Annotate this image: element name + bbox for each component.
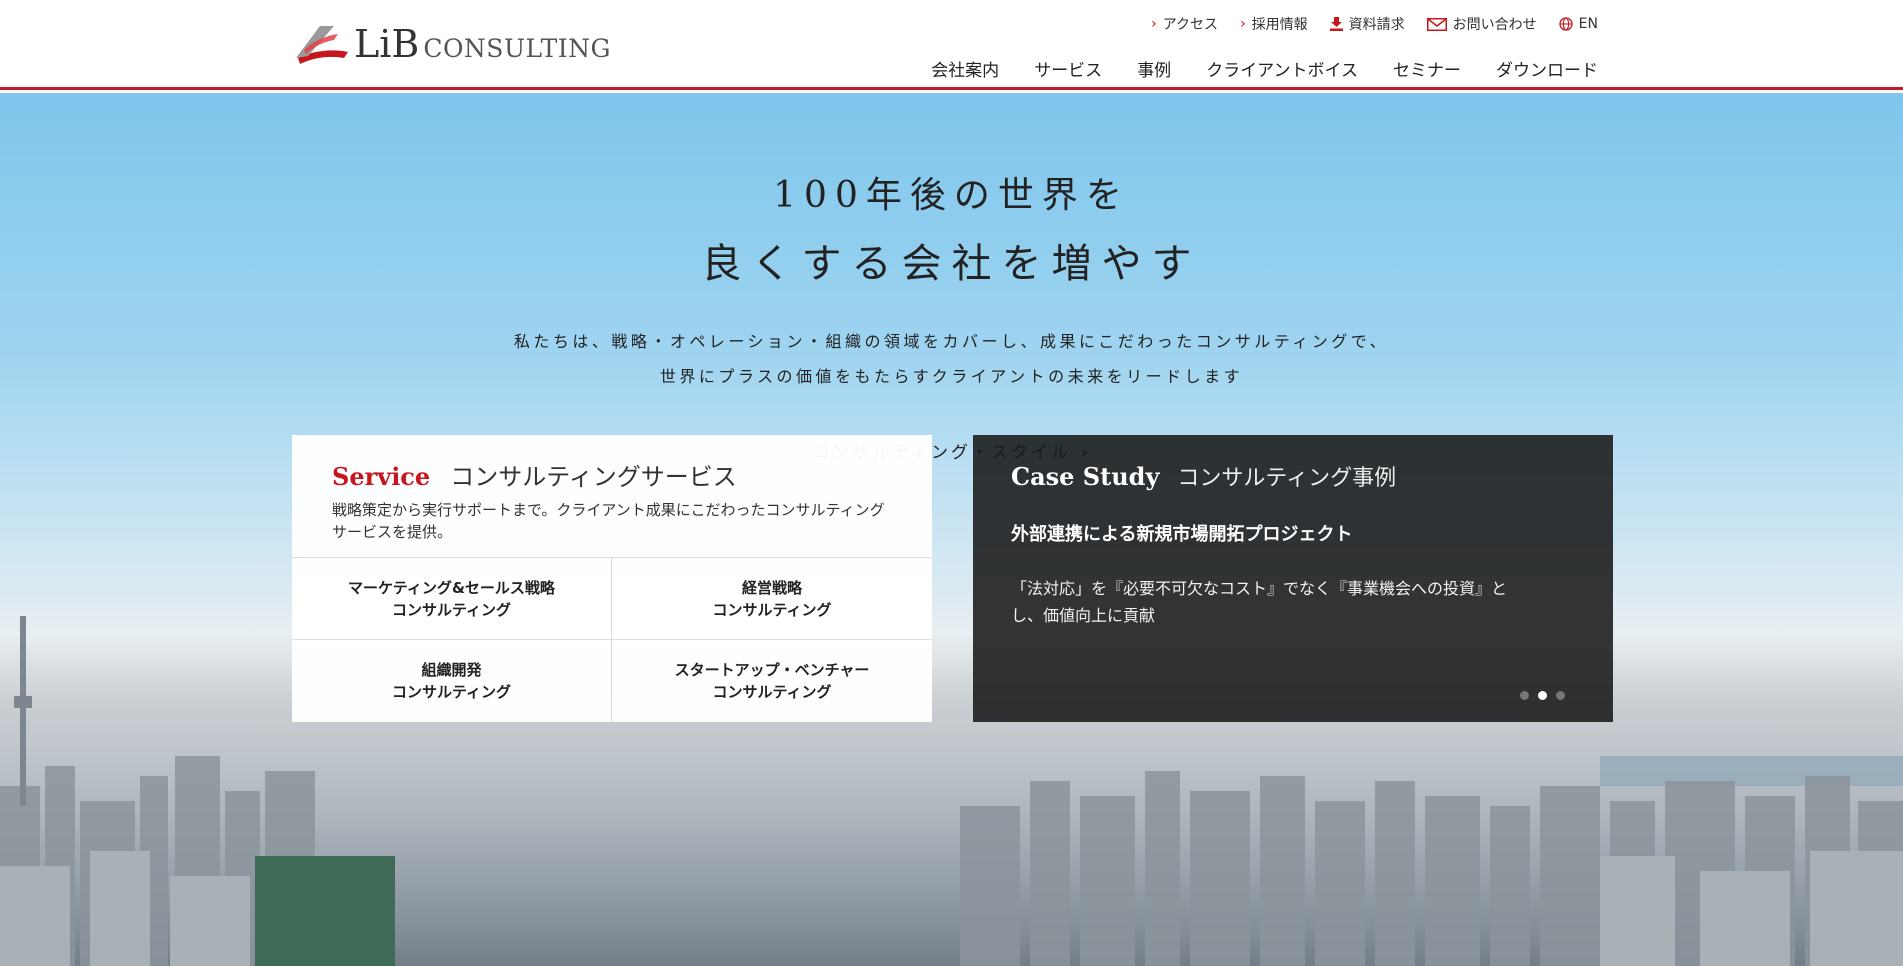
service-item-line2: コンサルティング bbox=[712, 600, 832, 619]
nav-services[interactable]: サービス bbox=[1034, 56, 1102, 81]
main-nav: 会社案内 サービス 事例 クライアントボイス セミナー ダウンロード bbox=[896, 56, 1598, 81]
util-contact[interactable]: お問い合わせ bbox=[1426, 14, 1537, 34]
service-title-jp: コンサルティングサービス bbox=[450, 463, 737, 491]
logo-brand: LiB bbox=[354, 22, 420, 66]
logo-suffix: CONSULTING bbox=[423, 34, 611, 63]
hero-title-line2: 良くする会社を増やす bbox=[701, 241, 1202, 287]
util-contact-label: お問い合わせ bbox=[1452, 17, 1537, 33]
case-study-heading: Case Study コンサルティング事例 bbox=[1011, 460, 1396, 492]
hero-subtitle-line1: 私たちは、戦略・オペレーション・組織の領域をカバーし、成果にこだわったコンサルテ… bbox=[513, 332, 1390, 351]
service-organization-development[interactable]: 組織開発コンサルティング bbox=[292, 640, 612, 722]
util-access-label: アクセス bbox=[1162, 17, 1219, 33]
case-study-title-jp: コンサルティング事例 bbox=[1177, 466, 1397, 491]
utility-nav: › アクセス › 採用情報 資料請求 お問い合わせ EN bbox=[1129, 14, 1598, 34]
service-description: 戦略策定から実行サポートまで。クライアント成果にこだわったコンサルティングサービ… bbox=[332, 501, 885, 541]
nav-client-voice[interactable]: クライアントボイス bbox=[1206, 56, 1358, 81]
service-heading: Service コンサルティングサービス bbox=[332, 457, 737, 492]
service-item-line1: 経営戦略 bbox=[741, 578, 802, 597]
consulting-style-link[interactable]: コンサルティング・スタイル› bbox=[0, 438, 1903, 463]
nav-cases[interactable]: 事例 bbox=[1137, 56, 1171, 81]
case-study-body-line1: 「法対応」を『必要不可欠なコスト』でなく『事業機会への投資』と bbox=[1011, 579, 1508, 598]
carousel-dot[interactable] bbox=[1520, 691, 1529, 700]
logo-text: LiB CONSULTING bbox=[354, 22, 611, 66]
carousel-dots bbox=[1520, 691, 1565, 700]
nav-company[interactable]: 会社案内 bbox=[931, 56, 999, 81]
carousel-dot-active[interactable] bbox=[1538, 691, 1547, 700]
site-header: LiBCONSULTING › アクセス › 採用情報 資料請求 お問い合わせ bbox=[0, 0, 1903, 90]
hero-subtitle-line2: 世界にプラスの価値をもたらすクライアントの未来をリードします bbox=[659, 367, 1244, 386]
util-language-en[interactable]: EN bbox=[1559, 14, 1598, 34]
hero-section: 100年後の世界を 良くする会社を増やす 私たちは、戦略・オペレーション・組織の… bbox=[0, 93, 1903, 966]
service-item-line2: コンサルティング bbox=[391, 683, 512, 701]
logo-mark-icon bbox=[296, 26, 348, 64]
service-grid: マーケティング&セールス戦略 コンサルティング 経営戦略 コンサルティング 組織開発… bbox=[292, 557, 932, 722]
service-management-strategy[interactable]: 経営戦略コンサルティング bbox=[612, 558, 932, 640]
chevron-right-icon: › bbox=[1240, 16, 1246, 32]
nav-download[interactable]: ダウンロード bbox=[1496, 56, 1598, 81]
logo[interactable]: LiB CONSULTING bbox=[290, 22, 611, 66]
service-title-en: Service bbox=[332, 462, 431, 491]
service-card: Service コンサルティングサービス 戦略策定から実行サポートまで。クライア… bbox=[292, 435, 932, 722]
util-language-label: EN bbox=[1578, 16, 1598, 32]
case-study-card[interactable]: Case Study コンサルティング事例 外部連携による新規市場開拓プロジェク… bbox=[973, 435, 1613, 722]
nav-seminar[interactable]: セミナー bbox=[1393, 56, 1461, 81]
case-study-headline: 外部連携による新規市場開拓プロジェクト bbox=[1011, 524, 1353, 545]
city-skyline-image bbox=[0, 616, 1903, 966]
service-startup-venture[interactable]: スタートアップ・ベンチャー コンサルティング bbox=[612, 640, 932, 722]
util-download-docs[interactable]: 資料請求 bbox=[1329, 14, 1405, 34]
service-item-line1: 組織開発 bbox=[421, 661, 482, 679]
hero-title-line1: 100年後の世界を bbox=[773, 175, 1130, 216]
util-recruit[interactable]: › 採用情報 bbox=[1240, 14, 1308, 34]
chevron-right-icon: › bbox=[1151, 16, 1157, 32]
service-marketing-sales[interactable]: マーケティング&セールス戦略 コンサルティング bbox=[292, 558, 612, 640]
util-access[interactable]: › アクセス bbox=[1151, 14, 1218, 34]
service-item-line2: コンサルティング bbox=[391, 600, 512, 619]
util-recruit-label: 採用情報 bbox=[1251, 17, 1308, 33]
download-icon bbox=[1329, 17, 1343, 31]
case-study-body: 「法対応」を『必要不可欠なコスト』でなく『事業機会への投資』と し、価値向上に貢… bbox=[1011, 575, 1581, 629]
service-item-line1: スタートアップ・ベンチャー bbox=[674, 661, 870, 679]
util-download-label: 資料請求 bbox=[1348, 17, 1405, 33]
carousel-dot[interactable] bbox=[1556, 691, 1565, 700]
service-item-line2: コンサルティング bbox=[712, 683, 832, 701]
case-study-title-en: Case Study bbox=[1011, 462, 1160, 491]
globe-icon bbox=[1559, 17, 1573, 31]
service-item-line1: マーケティング&セールス戦略 bbox=[348, 578, 555, 597]
case-study-body-line2: し、価値向上に貢献 bbox=[1011, 606, 1156, 625]
mail-icon bbox=[1426, 17, 1447, 31]
